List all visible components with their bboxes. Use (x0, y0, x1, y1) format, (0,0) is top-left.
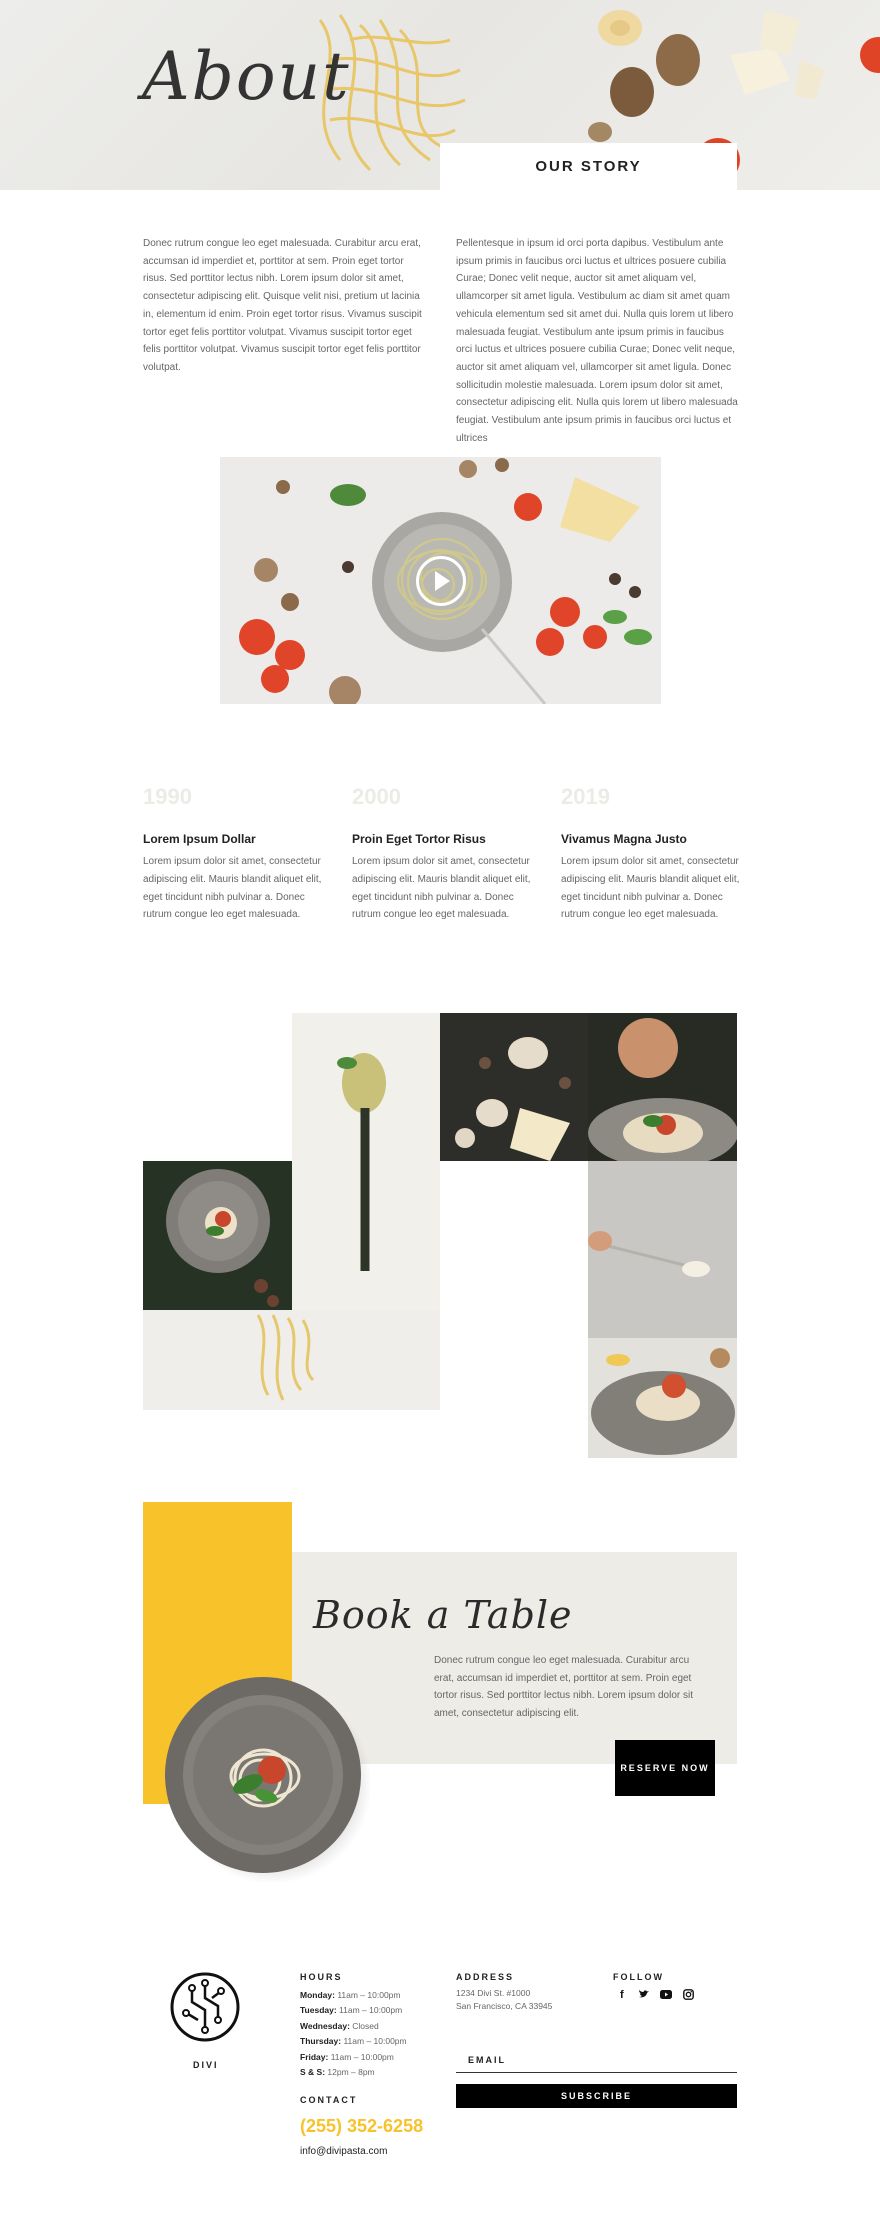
youtube-icon[interactable] (659, 1987, 673, 2001)
email-link[interactable]: info@divipasta.com (300, 2146, 387, 2157)
gallery-image-hand[interactable] (588, 1013, 737, 1161)
timeline-year: 1990 (143, 784, 192, 809)
twitter-icon[interactable] (637, 1987, 651, 2001)
social-links: f (615, 1987, 695, 2001)
subscribe-button[interactable]: SUBSCRIBE (456, 2084, 737, 2108)
instagram-icon[interactable] (681, 1987, 695, 2001)
svg-text:f: f (620, 1989, 624, 2000)
hero-banner: About OUR STORY (0, 0, 880, 190)
gallery-image-pasta-fork[interactable] (143, 1310, 440, 1410)
follow-heading: FOLLOW (613, 1972, 664, 1982)
timeline-title: Vivamus Magna Justo (561, 832, 687, 846)
address-line: San Francisco, CA 33945 (456, 2001, 553, 2011)
address-heading: ADDRESS (456, 1972, 515, 1982)
video-player[interactable] (220, 457, 661, 704)
our-story-label: OUR STORY (440, 143, 737, 190)
hand-plate-photo (588, 1018, 737, 1161)
hours-day: Monday: (300, 1990, 335, 2000)
hours-list: Monday: 11am – 10:00pm Tuesday: 11am – 1… (300, 1988, 407, 2080)
fork-pasta-photo (337, 1053, 386, 1271)
timeline-text: Lorem ipsum dolor sit amet, consectetur … (561, 856, 740, 921)
plate-top-view-photo (166, 1169, 279, 1307)
book-plate-image (165, 1677, 370, 1882)
hours-row: S & S: 12pm – 8pm (300, 2065, 407, 2080)
timeline-text: Lorem ipsum dolor sit amet, consectetur … (352, 856, 531, 921)
timeline-year: 2019 (561, 784, 610, 809)
plate-angle-photo (591, 1348, 735, 1455)
phone-number[interactable]: (255) 352-6258 (300, 2116, 423, 2137)
book-table-text: Donec rutrum congue leo eget malesuada. … (434, 1655, 693, 1720)
hours-time: 12pm – 8pm (325, 2066, 375, 2077)
hours-day: Wednesday: (300, 2020, 350, 2031)
intro-right-paragraph: Pellentesque in ipsum id orci porta dapi… (456, 238, 738, 444)
hours-time: 11am – 10:00pm (328, 2051, 394, 2062)
pasta-on-fork-photo (256, 1314, 315, 1401)
hours-day: Tuesday: (300, 2005, 337, 2016)
book-table-title: Book a Table (313, 1593, 573, 1637)
facebook-icon[interactable]: f (615, 1987, 629, 2001)
timeline-title: Proin Eget Tortor Risus (352, 832, 486, 846)
gallery-image-spoon[interactable] (588, 1161, 737, 1338)
gallery-image-mushrooms[interactable] (440, 1013, 588, 1161)
hours-time: 11am – 10:00pm (341, 2036, 407, 2047)
hours-day: S & S: (300, 2066, 326, 2077)
hours-time: Closed (349, 2020, 379, 2031)
hours-time: 11am – 10:00pm (334, 1990, 401, 2000)
divi-logo[interactable] (170, 1972, 240, 2042)
contact-heading: CONTACT (300, 2095, 358, 2105)
hours-time: 11am – 10:00pm (336, 2005, 403, 2016)
timeline-title: Lorem Ipsum Dollar (143, 832, 256, 846)
hours-day: Thursday: (300, 2036, 342, 2047)
play-icon[interactable] (416, 556, 466, 606)
timeline-text: Lorem ipsum dolor sit amet, consectetur … (143, 856, 322, 921)
email-input[interactable] (456, 2048, 737, 2073)
hours-row: Thursday: 11am – 10:00pm (300, 2034, 407, 2049)
address-line: 1234 Divi St. #1000 (456, 1988, 531, 1998)
play-triangle-icon (435, 571, 450, 591)
page-title: About (142, 38, 351, 115)
hours-row: Wednesday: Closed (300, 2019, 407, 2034)
circuit-logo-icon (170, 1972, 240, 2042)
hours-row: Tuesday: 11am – 10:00pm (300, 2003, 407, 2018)
intro-left-paragraph: Donec rutrum congue leo eget malesuada. … (143, 238, 422, 373)
gallery-image-fork[interactable] (292, 1013, 440, 1311)
hours-row: Monday: 11am – 10:00pm (300, 1988, 407, 2003)
reserve-now-button[interactable]: RESERVE NOW (615, 1740, 715, 1796)
spoon-sauce-photo (588, 1231, 710, 1277)
hours-heading: HOURS (300, 1972, 343, 1982)
gallery-image-plate[interactable] (143, 1161, 292, 1310)
hours-day: Friday: (300, 2051, 329, 2062)
hours-row: Friday: 11am – 10:00pm (300, 2050, 407, 2065)
gallery-image-plate-angle[interactable] (588, 1338, 737, 1458)
mushrooms-cheese-photo (455, 1037, 571, 1161)
timeline-year: 2000 (352, 784, 401, 809)
logo-text: DIVI (193, 2060, 219, 2070)
